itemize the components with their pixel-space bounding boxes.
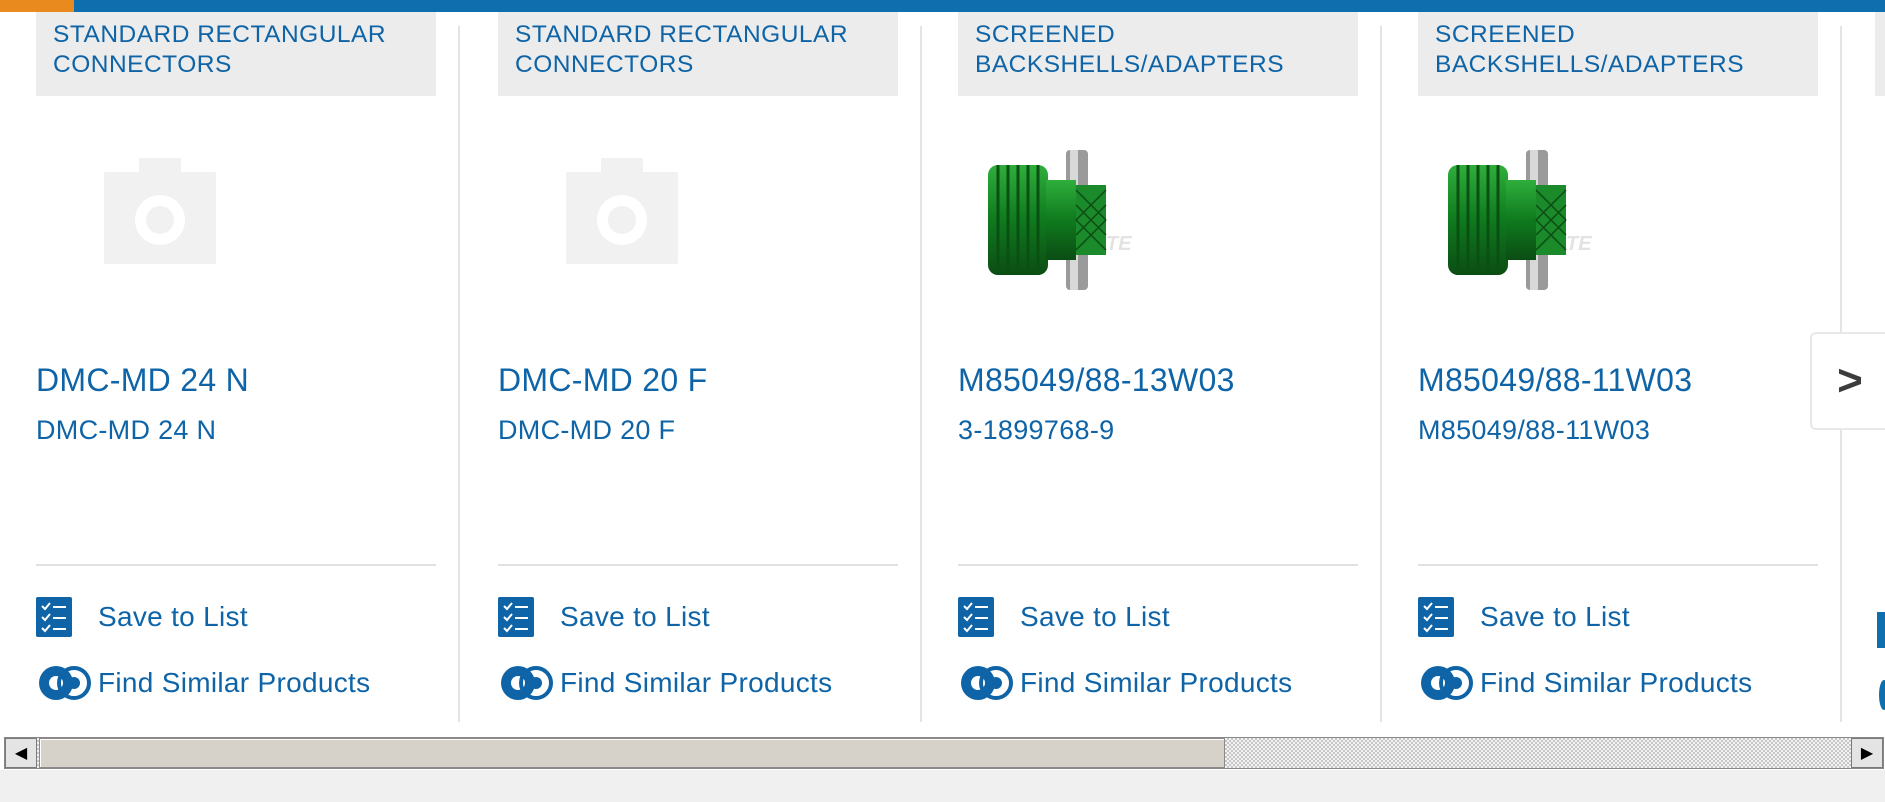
gears-icon xyxy=(961,666,1013,700)
camera-placeholder-icon xyxy=(104,158,216,264)
window-bottom-strip xyxy=(0,770,1885,802)
product-title-link[interactable]: DMC-MD 24 N xyxy=(36,362,249,399)
product-image[interactable] xyxy=(498,130,798,330)
carousel-next-button[interactable]: > xyxy=(1810,332,1885,430)
svg-text:TE: TE xyxy=(1566,233,1592,255)
checklist-icon xyxy=(958,597,994,637)
top-accent-bar xyxy=(0,0,1885,12)
category-line: SCREENED xyxy=(975,21,1116,48)
product-carousel: STANDARD RECTANGULAR CONNECTORS DMC-MD 2… xyxy=(0,12,1885,737)
save-to-list-label: Save to List xyxy=(98,601,248,632)
card-divider xyxy=(36,564,436,566)
save-to-list-label: Save to List xyxy=(1480,601,1630,632)
backshell-product-image: TE xyxy=(1448,150,1592,290)
checklist-icon xyxy=(36,597,72,637)
category-line: STANDARD RECTANGULAR xyxy=(515,21,849,48)
find-similar-label: Find Similar Products xyxy=(98,667,371,698)
gears-icon xyxy=(1879,680,1885,710)
triangle-right-icon: ▶ xyxy=(1860,745,1874,762)
svg-text:TE: TE xyxy=(1106,233,1132,255)
horizontal-scrollbar[interactable]: ◀ ▶ xyxy=(4,737,1884,769)
backshell-product-image: TE xyxy=(988,150,1132,290)
card-separator xyxy=(458,26,460,722)
find-similar-button[interactable]: Find Similar Products xyxy=(1418,663,1752,703)
gears-icon xyxy=(501,666,553,700)
product-card: SCREENED BACKSHELLS/ADAPTERS TE M85049/8… xyxy=(922,12,1382,726)
find-similar-label: Find Similar Products xyxy=(560,667,833,698)
card-divider xyxy=(958,564,1358,566)
category-line: STANDARD RECTANGULAR xyxy=(53,21,387,48)
category-line: CONNECTORS xyxy=(53,51,232,78)
chevron-right-icon: > xyxy=(1837,356,1863,405)
category-line: SCREENED xyxy=(1435,21,1576,48)
product-title-link[interactable]: M85049/88-11W03 xyxy=(1418,362,1692,399)
product-part-number[interactable]: 3-1899768-9 xyxy=(958,415,1114,446)
category-label[interactable]: STANDARD RECTANGULAR CONNECTORS xyxy=(36,12,436,96)
find-similar-button[interactable]: Find Similar Products xyxy=(958,663,1292,703)
scroll-right-button[interactable]: ▶ xyxy=(1851,738,1883,768)
product-image[interactable]: TE xyxy=(958,130,1258,330)
category-label-partial xyxy=(1875,12,1885,96)
find-similar-button[interactable]: Find Similar Products xyxy=(36,663,370,703)
save-to-list-label: Save to List xyxy=(1020,601,1170,632)
save-to-list-button[interactable]: Save to List xyxy=(958,597,1170,637)
save-to-list-label: Save to List xyxy=(560,601,710,632)
product-image[interactable]: TE xyxy=(1418,130,1718,330)
gears-icon xyxy=(39,666,91,700)
product-title-link[interactable]: M85049/88-13W03 xyxy=(958,362,1235,399)
scroll-left-button[interactable]: ◀ xyxy=(5,738,37,768)
category-line: BACKSHELLS/ADAPTERS xyxy=(975,51,1285,78)
card-divider xyxy=(498,564,898,566)
card-divider xyxy=(1418,564,1818,566)
category-line: CONNECTORS xyxy=(515,51,694,78)
product-card: STANDARD RECTANGULAR CONNECTORS DMC-MD 2… xyxy=(0,12,460,726)
checklist-icon xyxy=(498,597,534,637)
gears-icon xyxy=(1421,666,1473,700)
product-card: STANDARD RECTANGULAR CONNECTORS DMC-MD 2… xyxy=(462,12,922,726)
category-label[interactable]: SCREENED BACKSHELLS/ADAPTERS xyxy=(958,12,1358,96)
product-card: SCREENED BACKSHELLS/ADAPTERS TE M85049/8… xyxy=(1382,12,1842,726)
save-to-list-button[interactable]: Save to List xyxy=(1418,597,1630,637)
save-to-list-button[interactable]: Save to List xyxy=(36,597,248,637)
product-image[interactable] xyxy=(36,130,336,330)
product-part-number[interactable]: DMC-MD 20 F xyxy=(498,415,675,446)
triangle-left-icon: ◀ xyxy=(14,745,28,762)
checklist-icon xyxy=(1418,597,1454,637)
category-line: BACKSHELLS/ADAPTERS xyxy=(1435,51,1745,78)
checklist-icon xyxy=(1877,612,1885,648)
find-similar-label: Find Similar Products xyxy=(1480,667,1753,698)
product-part-number[interactable]: DMC-MD 24 N xyxy=(36,415,216,446)
save-to-list-button[interactable]: Save to List xyxy=(498,597,710,637)
find-similar-label: Find Similar Products xyxy=(1020,667,1293,698)
category-label[interactable]: STANDARD RECTANGULAR CONNECTORS xyxy=(498,12,898,96)
product-part-number[interactable]: M85049/88-11W03 xyxy=(1418,415,1650,446)
camera-placeholder-icon xyxy=(566,158,678,264)
product-title-link[interactable]: DMC-MD 20 F xyxy=(498,362,708,399)
top-accent-orange xyxy=(0,0,74,12)
scrollbar-thumb[interactable] xyxy=(39,738,1225,768)
category-label[interactable]: SCREENED BACKSHELLS/ADAPTERS xyxy=(1418,12,1818,96)
find-similar-button[interactable]: Find Similar Products xyxy=(498,663,832,703)
